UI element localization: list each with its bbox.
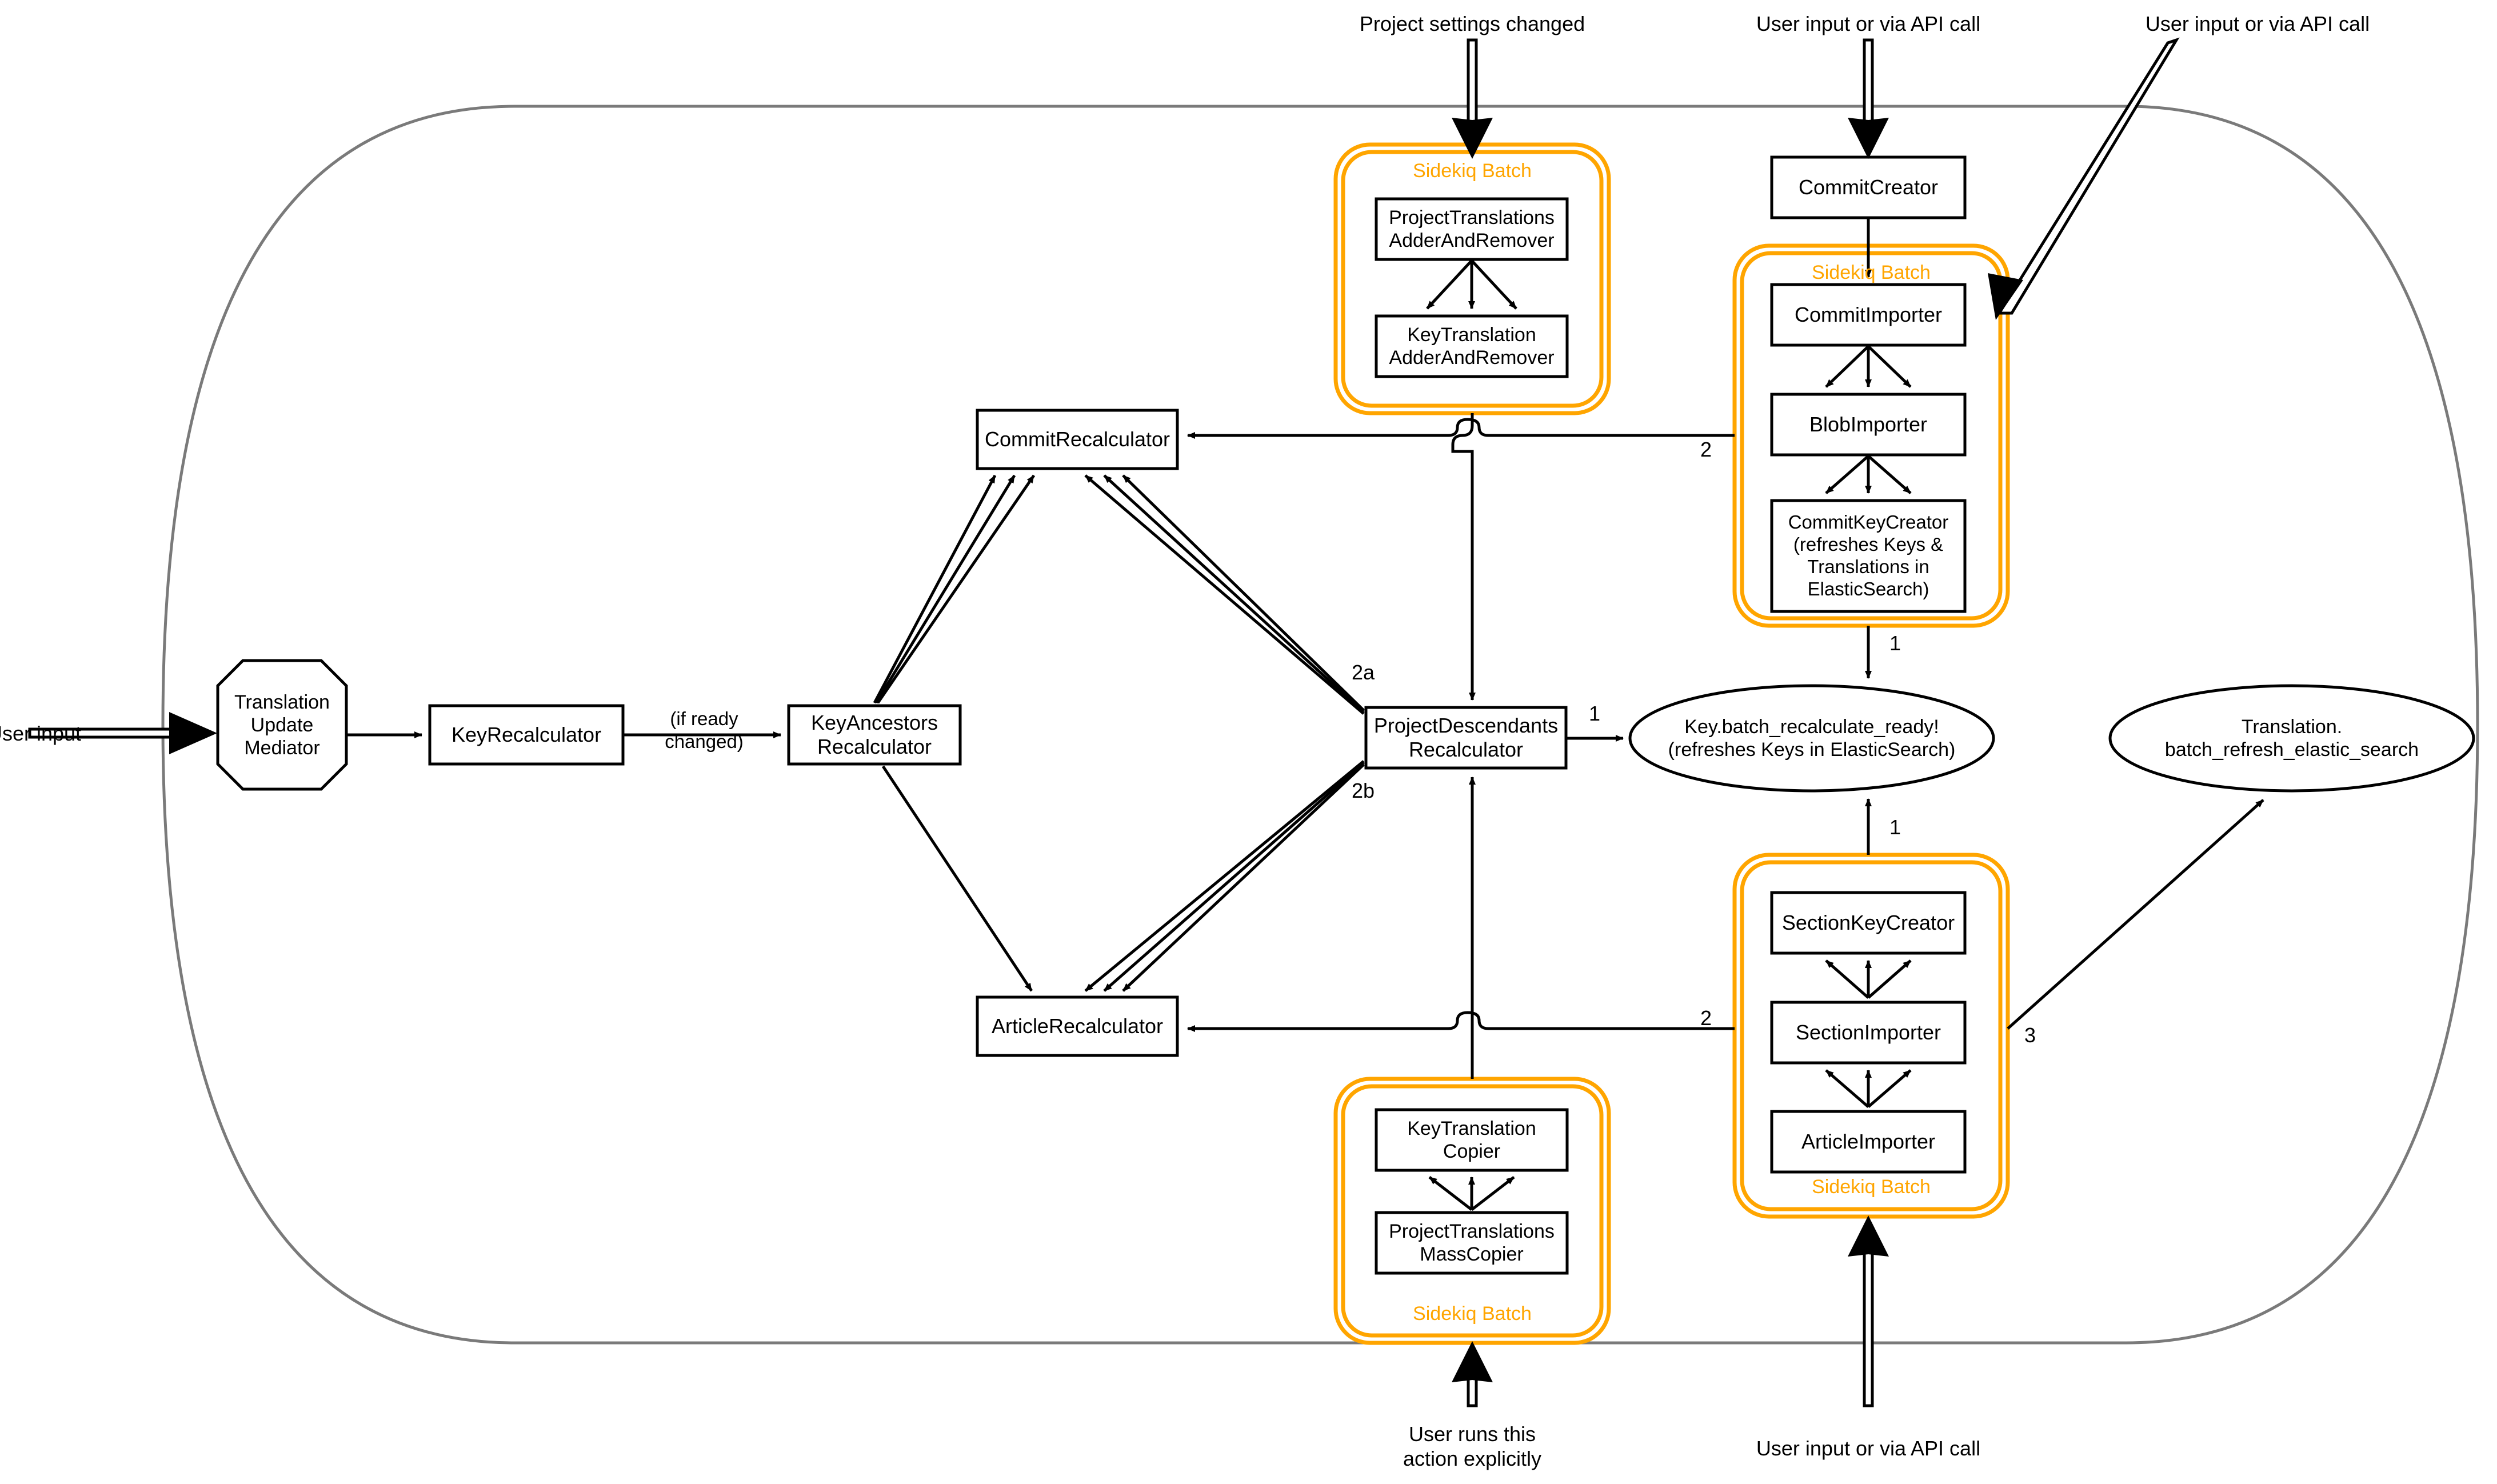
node-commit-key-creator[interactable] (1772, 501, 1965, 611)
external-label-explicit-action: User runs this action explicitly (1403, 1422, 1542, 1471)
node-article-importer[interactable] (1772, 1111, 1965, 1172)
external-label-commit-importer-input: User input or via API call (2145, 12, 2370, 35)
node-key-translation-adder-and-remover[interactable] (1376, 316, 1567, 377)
batch-label-commit-import: Sidekiq Batch (1812, 262, 1931, 283)
edge-batch-commit-to-commit-recalculator (1187, 418, 1735, 439)
edge-article-importer-to-section-importer-3 (1867, 1069, 1912, 1108)
edge-commit-importer-to-blob-importer-1 (1825, 345, 1869, 388)
node-project-translations-adder-and-remover[interactable] (1376, 199, 1567, 259)
node-blob-importer[interactable] (1772, 394, 1965, 455)
edge-pdr-to-article-recalculator-3 (1084, 760, 1365, 992)
external-arrow-commit-creator-input (1848, 38, 1889, 159)
edge-kar-to-commit-recalculator-2 (874, 474, 1016, 704)
edge-label-article-3: 3 (2024, 1023, 2036, 1047)
node-key-translation-copier[interactable] (1376, 1110, 1567, 1170)
edge-kar-to-commit-recalculator-1 (873, 474, 997, 704)
edge-section-importer-to-section-key-creator-3 (1867, 959, 1912, 999)
edge-batch-article-to-article-recalculator (1187, 1011, 1735, 1032)
edge-section-importer-to-section-key-creator-1 (1825, 959, 1869, 999)
node-project-descendants-recalculator[interactable] (1366, 707, 1566, 768)
edge-ptmc-to-ktc-3 (1471, 1176, 1515, 1211)
edge-label-commit-import-2: 2 (1700, 438, 1712, 461)
edge-pdr-to-commit-recalculator-1 (1122, 474, 1365, 711)
edge-article-importer-to-section-importer-1 (1825, 1069, 1869, 1108)
node-section-key-creator[interactable] (1772, 893, 1965, 953)
node-commit-recalculator[interactable] (977, 410, 1177, 469)
node-section-importer[interactable] (1772, 1002, 1965, 1063)
edge-pdr-to-article-recalculator-1 (1122, 763, 1365, 992)
node-key-ancestors-recalculator[interactable] (789, 706, 960, 764)
node-translation-update-mediator[interactable] (218, 661, 346, 789)
diagram-canvas: Project settings changed User input or v… (0, 0, 2497, 1484)
edge-label-2a: 2a (1351, 661, 1375, 684)
node-key-batch-recalculate-ready[interactable] (1630, 686, 1993, 791)
external-label-project-settings-changed: Project settings changed (1359, 12, 1585, 35)
edge-kar-to-article-recalculator (881, 765, 1033, 992)
edge-batch-article-to-translation-refresh (2007, 799, 2264, 1030)
edge-commit-importer-to-blob-importer-3 (1867, 345, 1912, 388)
node-commit-importer[interactable] (1772, 285, 1965, 345)
node-commit-creator[interactable] (1772, 157, 1965, 218)
edge-kar-to-commit-recalculator-3 (876, 474, 1036, 704)
edge-label-if-ready-changed: (if ready changed) (665, 708, 744, 752)
node-translation-batch-refresh-elastic-search[interactable] (2110, 686, 2474, 791)
edge-ptar-to-ktar-1 (1426, 259, 1473, 310)
edge-batch-pt-to-pdr (1451, 413, 1474, 700)
external-arrow-article-import-input (1848, 1215, 1889, 1407)
external-arrow-project-settings (1452, 38, 1493, 159)
edge-label-section-key-creator-1: 1 (1889, 815, 1901, 839)
edge-label-pdr-1: 1 (1588, 702, 1601, 725)
external-label-commit-creator-input: User input or via API call (1756, 12, 1981, 35)
node-project-translations-mass-copier[interactable] (1376, 1213, 1567, 1273)
node-key-recalculator[interactable] (430, 706, 623, 764)
edge-blob-importer-to-commit-key-creator-1 (1825, 455, 1869, 494)
edge-label-section-import-2: 2 (1700, 1006, 1712, 1030)
edge-pdr-to-article-recalculator-2 (1103, 762, 1365, 992)
edge-blob-importer-to-commit-key-creator-3 (1867, 455, 1912, 494)
edge-label-commit-key-creator-1: 1 (1889, 631, 1901, 655)
edge-pdr-to-commit-recalculator-3 (1084, 474, 1365, 715)
batch-label-project-translations: Sidekiq Batch (1413, 160, 1532, 182)
batch-label-article-import: Sidekiq Batch (1812, 1176, 1931, 1198)
edge-pdr-to-commit-recalculator-2 (1103, 474, 1365, 713)
edge-ptmc-to-ktc-1 (1428, 1176, 1473, 1211)
external-arrow-explicit-action (1452, 1341, 1493, 1407)
external-label-user-input-left: User input (0, 722, 82, 745)
batch-label-translation-copy: Sidekiq Batch (1413, 1303, 1532, 1325)
external-label-article-import-input: User input or via API call (1756, 1437, 1981, 1460)
edge-label-2b: 2b (1351, 779, 1375, 802)
external-arrow-commit-importer-input (1988, 37, 2180, 320)
node-article-recalculator[interactable] (977, 997, 1177, 1055)
edge-ptar-to-ktar-3 (1471, 259, 1517, 310)
